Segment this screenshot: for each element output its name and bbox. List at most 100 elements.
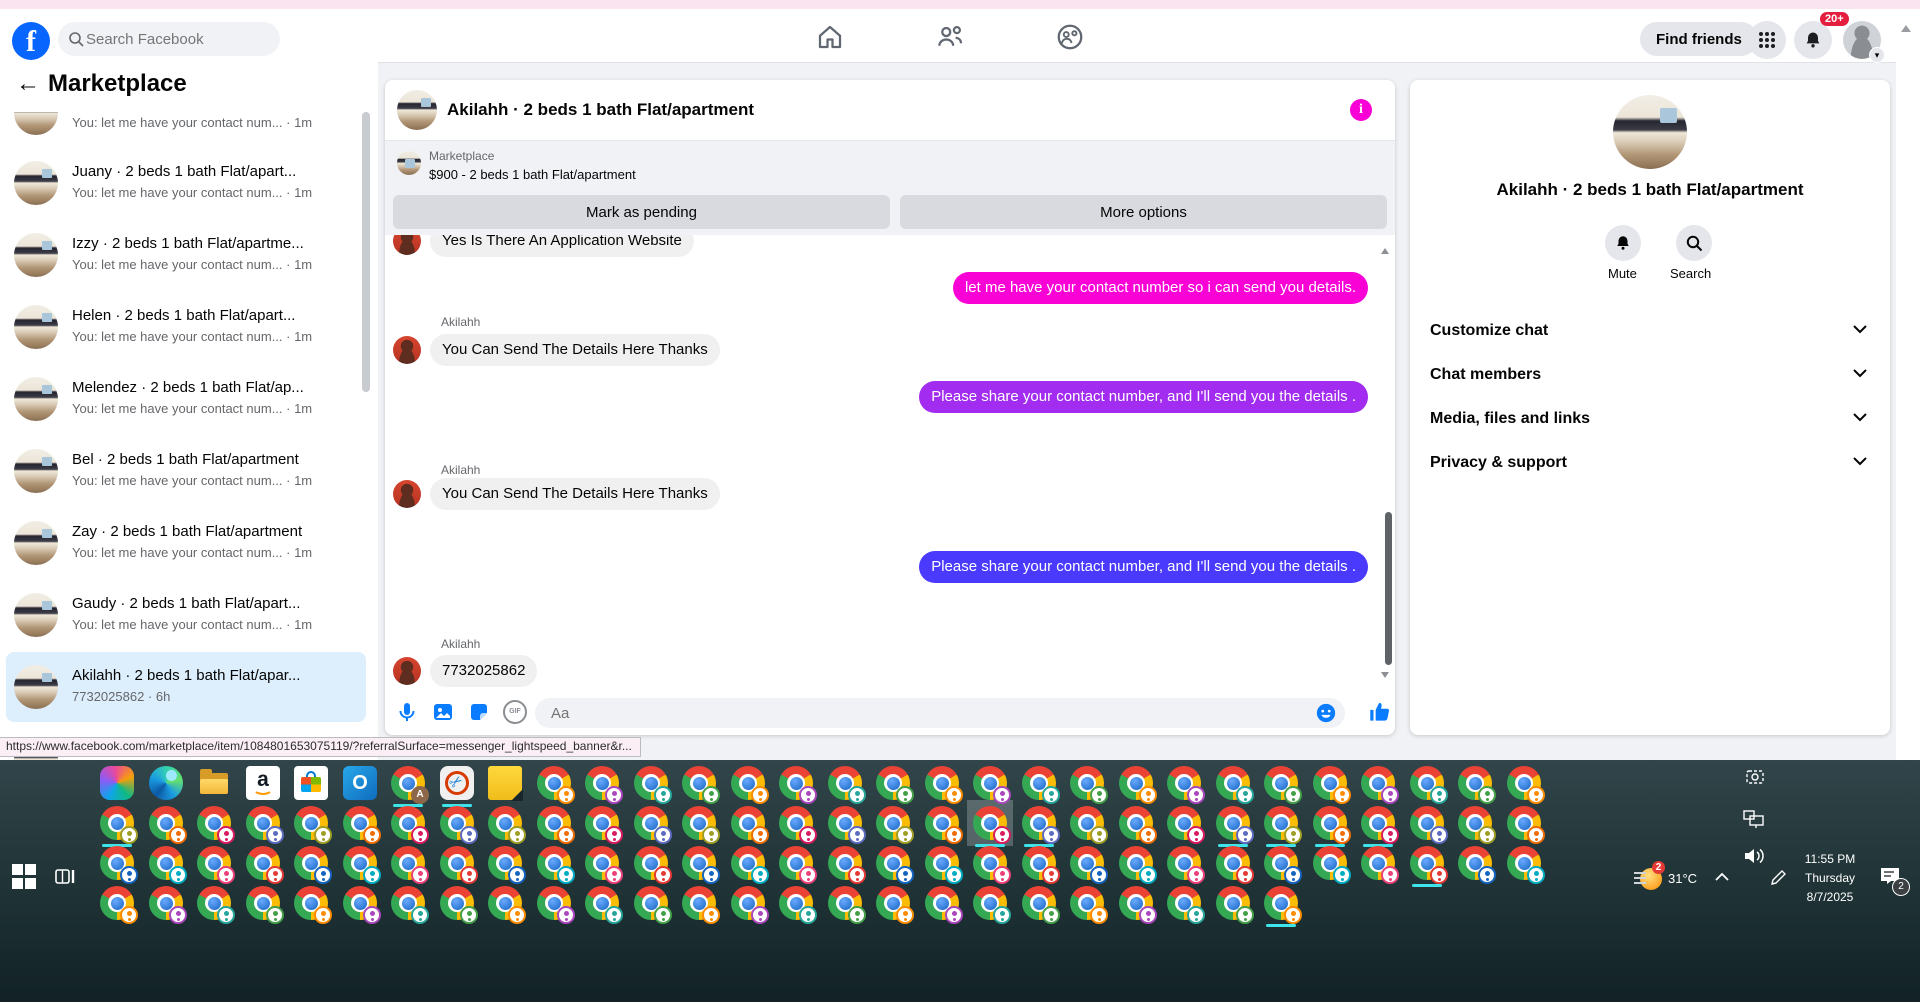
home-icon[interactable] [815, 22, 845, 52]
taskbar-app-button[interactable] [100, 846, 138, 884]
taskbar-app-button[interactable]: A [391, 766, 429, 807]
notifications-button[interactable] [1794, 21, 1832, 59]
taskbar-app-button[interactable] [1216, 806, 1254, 847]
taskbar-app-button[interactable] [973, 766, 1011, 804]
taskbar-app-button[interactable] [1119, 846, 1157, 884]
taskbar-app-button[interactable] [1070, 886, 1108, 924]
chat-avatar[interactable] [397, 90, 437, 130]
back-arrow-icon[interactable]: ← [16, 70, 40, 98]
taskbar-app-button[interactable] [391, 806, 429, 844]
taskbar-app-button[interactable] [1070, 766, 1108, 804]
taskbar-app-button[interactable] [440, 886, 478, 924]
conversation-item[interactable]: Juany · 2 beds 1 bath Flat/apart... You: … [6, 148, 366, 218]
taskbar-app-button[interactable] [925, 806, 963, 844]
taskbar-app-button[interactable] [391, 886, 429, 924]
taskbar-app-button[interactable] [779, 766, 817, 804]
panel-section-privacy-support[interactable]: Privacy & support [1410, 442, 1890, 486]
taskbar-app-button[interactable] [1313, 806, 1351, 847]
taskbar-app-button[interactable] [585, 806, 623, 844]
task-view-icon[interactable] [52, 864, 78, 890]
taskbar-app-button[interactable] [1022, 846, 1060, 884]
temperature-label[interactable]: 31°C [1668, 871, 1697, 886]
taskbar-app-button[interactable] [246, 846, 284, 884]
conversation-item[interactable]: Izzy · 2 beds 1 bath Flat/apartme... You:… [6, 220, 366, 290]
taskbar-app-button[interactable] [779, 806, 817, 844]
taskbar-app-button[interactable] [1507, 846, 1545, 884]
taskbar-app-button[interactable] [973, 806, 1011, 847]
conversation-item[interactable]: Akilahh · 2 beds 1 bath Flat/apar... 7732… [6, 652, 366, 722]
account-chevron-icon[interactable]: ▾ [1869, 47, 1885, 63]
taskbar-app-button[interactable] [1410, 846, 1448, 887]
taskbar-app-button[interactable] [488, 846, 526, 884]
taskbar-app-button[interactable] [1167, 766, 1205, 804]
chat-title[interactable]: Akilahh · 2 beds 1 bath Flat/apartment [447, 100, 754, 120]
conversation-item[interactable]: Melendez · 2 beds 1 bath Flat/ap... You: … [6, 364, 366, 434]
taskbar-app-button[interactable] [634, 806, 672, 844]
taskbar-app-button[interactable] [294, 806, 332, 844]
taskbar-app-button[interactable] [537, 886, 575, 924]
taskbar-app-button[interactable] [1070, 806, 1108, 844]
taskbar-app-button[interactable] [634, 886, 672, 924]
taskbar-app-button[interactable] [100, 766, 134, 800]
taskbar-app-button[interactable] [1264, 846, 1302, 884]
taskbar-app-button[interactable] [197, 806, 235, 844]
taskbar-app-button[interactable] [1167, 806, 1205, 844]
taskbar-app-button[interactable] [343, 806, 381, 844]
taskbar-app-button[interactable] [149, 886, 187, 924]
tray-chevron-up-icon[interactable] [1714, 872, 1730, 882]
apps-menu-button[interactable] [1748, 21, 1786, 59]
friends-icon[interactable] [935, 22, 965, 52]
taskbar-app-button[interactable] [731, 846, 769, 884]
taskbar-app-button[interactable] [1361, 846, 1399, 884]
conversation-item[interactable]: Bel · 2 beds 1 bath Flat/apartment You: l… [6, 436, 366, 506]
start-button[interactable] [12, 864, 38, 890]
conversation-info-icon[interactable]: i [1350, 99, 1372, 121]
taskbar-app-button[interactable] [343, 886, 381, 924]
voice-clip-icon[interactable] [395, 700, 419, 724]
taskbar-app-button[interactable] [488, 766, 523, 801]
taskbar-app-button[interactable] [1119, 886, 1157, 924]
taskbar-app-button[interactable] [731, 806, 769, 844]
taskbar-app-button[interactable] [149, 766, 183, 800]
conversation-item[interactable]: Helen · 2 beds 1 bath Flat/apart... You: … [6, 292, 366, 362]
incoming-message-bubble[interactable]: 7732025862 [430, 655, 538, 687]
emoji-icon[interactable] [1315, 702, 1337, 724]
attach-photo-icon[interactable] [431, 700, 455, 724]
taskbar-app-button[interactable] [1458, 806, 1496, 844]
cast-icon[interactable] [1744, 766, 1766, 788]
taskbar-app-button[interactable] [682, 846, 720, 884]
taskbar-app-button[interactable] [585, 766, 623, 804]
taskbar-app-button[interactable] [585, 846, 623, 884]
taskbar-app-button[interactable] [973, 886, 1011, 924]
clock-day[interactable]: Thursday [1792, 871, 1868, 885]
taskbar-app-button[interactable] [537, 846, 575, 884]
taskbar-app-button[interactable] [1458, 846, 1496, 884]
outgoing-message-bubble[interactable]: let me have your contact number so i can… [952, 272, 1368, 304]
outgoing-message-bubble[interactable]: Please share your contact number, and I'… [919, 381, 1368, 413]
taskbar-app-button[interactable] [731, 886, 769, 924]
clock-time[interactable]: 11:55 PM [1792, 852, 1868, 866]
taskbar-app-button[interactable] [925, 846, 963, 884]
taskbar-app-button[interactable] [634, 846, 672, 884]
mute-button[interactable] [1605, 225, 1641, 261]
taskbar-app-button[interactable] [925, 766, 963, 804]
facebook-search[interactable] [58, 22, 280, 56]
taskbar-app-button[interactable] [779, 886, 817, 924]
taskbar-app-button[interactable] [876, 886, 914, 924]
taskbar-app-button[interactable] [828, 766, 866, 804]
taskbar-app-button[interactable] [1507, 766, 1545, 804]
taskbar-app-button[interactable] [876, 846, 914, 884]
taskbar-app-button[interactable] [828, 806, 866, 844]
panel-section-media-files-and-links[interactable]: Media, files and links [1410, 398, 1890, 442]
search-input[interactable] [84, 29, 258, 49]
taskbar-app-button[interactable]: ✂ [440, 766, 474, 807]
taskbar-app-button[interactable] [1022, 886, 1060, 924]
taskbar-app-button[interactable] [682, 766, 720, 804]
message-input[interactable] [535, 698, 1345, 728]
taskbar-app-button[interactable] [294, 846, 332, 884]
facebook-logo-icon[interactable]: f [12, 22, 50, 60]
incoming-message-bubble[interactable]: You Can Send The Details Here Thanks [430, 478, 720, 510]
conversation-item[interactable]: Gaudy · 2 beds 1 bath Flat/apart... You: … [6, 580, 366, 650]
taskbar-app-button[interactable] [246, 886, 284, 924]
groups-icon[interactable] [1055, 22, 1085, 52]
